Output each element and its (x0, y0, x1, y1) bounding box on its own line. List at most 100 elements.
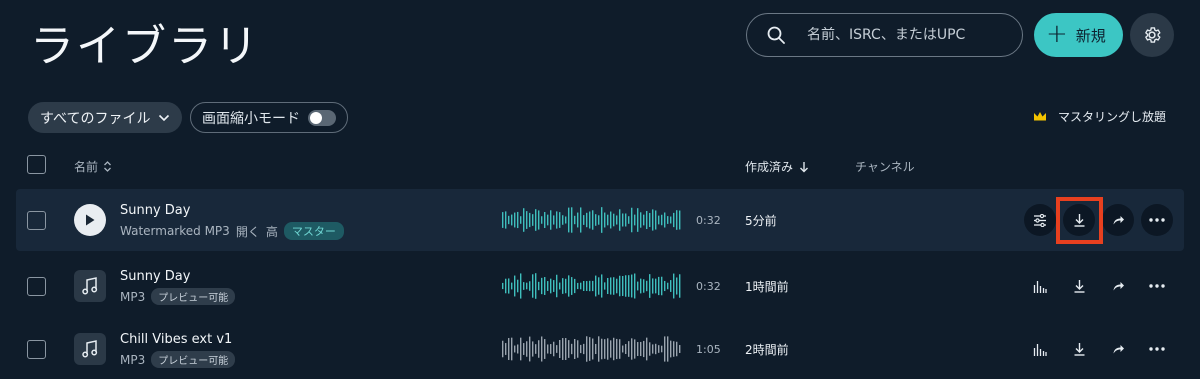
mastering-link[interactable]: マスタリングし放題 (1033, 108, 1166, 125)
share-button[interactable] (1102, 204, 1134, 236)
waveform-bar (637, 281, 639, 291)
waveform-bar (676, 277, 678, 295)
waveform-bar (646, 210, 648, 230)
more-options-button[interactable] (1141, 270, 1173, 302)
waveform-bar (550, 344, 552, 354)
mastering-settings-button[interactable] (1024, 204, 1056, 236)
waveform-bar (679, 345, 681, 353)
created-time: 1時間前 (745, 280, 789, 294)
waveform-bar (619, 339, 621, 359)
waveform-bar (595, 214, 597, 226)
waveform-bar (535, 344, 537, 354)
waveform-bar (622, 276, 624, 296)
file-filter-dropdown[interactable]: すべてのファイル (28, 102, 183, 133)
waveform-bar (607, 277, 609, 295)
waveform-bar (550, 210, 552, 230)
table-row[interactable]: Sunny Day MP3 プレビュー可能 0:32 1時間前 (16, 255, 1184, 317)
waveform-bar (544, 212, 546, 228)
waveform-bar (655, 210, 657, 230)
search-box[interactable] (746, 13, 1023, 57)
waveform-bar (511, 282, 513, 290)
music-note-icon (82, 277, 98, 295)
waveform-bar (595, 343, 597, 355)
waveform-bar (529, 281, 531, 291)
waveform-bar (505, 278, 507, 294)
waveform-bar (637, 208, 639, 232)
waveform[interactable] (502, 206, 682, 234)
master-button[interactable] (1024, 333, 1056, 365)
search-input[interactable] (807, 27, 997, 43)
table-row[interactable]: Chill Vibes ext v1 MP3 プレビュー可能 1:05 2時間前 (16, 318, 1184, 379)
waveform-bar (526, 341, 528, 357)
waveform-bar (502, 340, 504, 358)
waveform-bar (541, 336, 543, 362)
waveform-bar (598, 336, 600, 362)
download-icon (1074, 343, 1084, 356)
waveform[interactable] (502, 272, 682, 300)
waveform-bar (544, 339, 546, 359)
master-button[interactable] (1024, 270, 1056, 302)
waveform-bar (568, 207, 570, 233)
music-note-thumbnail[interactable] (74, 270, 106, 302)
waveform-bar (601, 274, 603, 298)
select-all-checkbox[interactable] (27, 155, 46, 174)
waveform-bar (580, 282, 582, 290)
more-options-button[interactable] (1141, 333, 1173, 365)
waveform-bar (565, 278, 567, 294)
waveform-bar (604, 339, 606, 359)
waveform-bar (586, 336, 588, 362)
row-checkbox[interactable] (27, 211, 46, 230)
waveform-bar (508, 338, 510, 360)
play-button[interactable] (74, 204, 106, 236)
waveform-bar (547, 281, 549, 291)
column-header-created[interactable]: 作成済み (745, 158, 809, 175)
waveform-bar (538, 340, 540, 358)
waveform-bar (559, 212, 561, 228)
waveform-bar (523, 343, 525, 355)
waveform-bar (553, 215, 555, 225)
row-checkbox[interactable] (27, 277, 46, 296)
waveform-bar (628, 275, 630, 297)
waveform-bar (664, 336, 666, 362)
track-quality: 高 (265, 224, 278, 239)
share-button[interactable] (1102, 333, 1134, 365)
sort-icon (104, 161, 111, 172)
waveform-bar (508, 215, 510, 225)
waveform-bar (526, 282, 528, 290)
waveform-bar (643, 214, 645, 226)
row-checkbox[interactable] (27, 340, 46, 359)
waveform-bar (667, 282, 669, 290)
share-icon (1113, 216, 1124, 225)
waveform-bar (661, 276, 663, 296)
waveform-bar (508, 278, 510, 294)
share-button[interactable] (1102, 270, 1134, 302)
music-note-icon (82, 340, 98, 358)
waveform-bar (550, 278, 552, 294)
waveform-bar (679, 210, 681, 230)
waveform-bar (658, 276, 660, 296)
waveform[interactable] (502, 335, 682, 363)
toggle-switch[interactable] (308, 109, 336, 126)
music-note-thumbnail[interactable] (74, 333, 106, 365)
waveform-bar (586, 212, 588, 228)
waveform-bar (586, 281, 588, 291)
waveform-bar (514, 345, 516, 353)
waveform-bar (520, 216, 522, 224)
open-link[interactable]: 開く (236, 223, 260, 240)
more-options-button[interactable] (1141, 204, 1173, 236)
waveform-bar (649, 274, 651, 298)
download-button[interactable] (1063, 333, 1095, 365)
waveform-bar (541, 216, 543, 224)
new-button[interactable]: + 新規 (1034, 13, 1123, 57)
waveform-bar (580, 207, 582, 233)
compact-mode-toggle[interactable]: 画面縮小モード (190, 102, 348, 133)
waveform-bar (589, 280, 591, 292)
download-button[interactable] (1063, 270, 1095, 302)
column-header-name[interactable]: 名前 (74, 158, 112, 175)
waveform-bar (562, 215, 564, 225)
settings-button[interactable] (1130, 13, 1174, 57)
waveform-bar (574, 278, 576, 294)
more-icon (1149, 284, 1165, 288)
search-icon (767, 26, 785, 44)
table-row[interactable]: Sunny Day Watermarked MP3 開く 高 マスター 0:32… (16, 189, 1184, 251)
